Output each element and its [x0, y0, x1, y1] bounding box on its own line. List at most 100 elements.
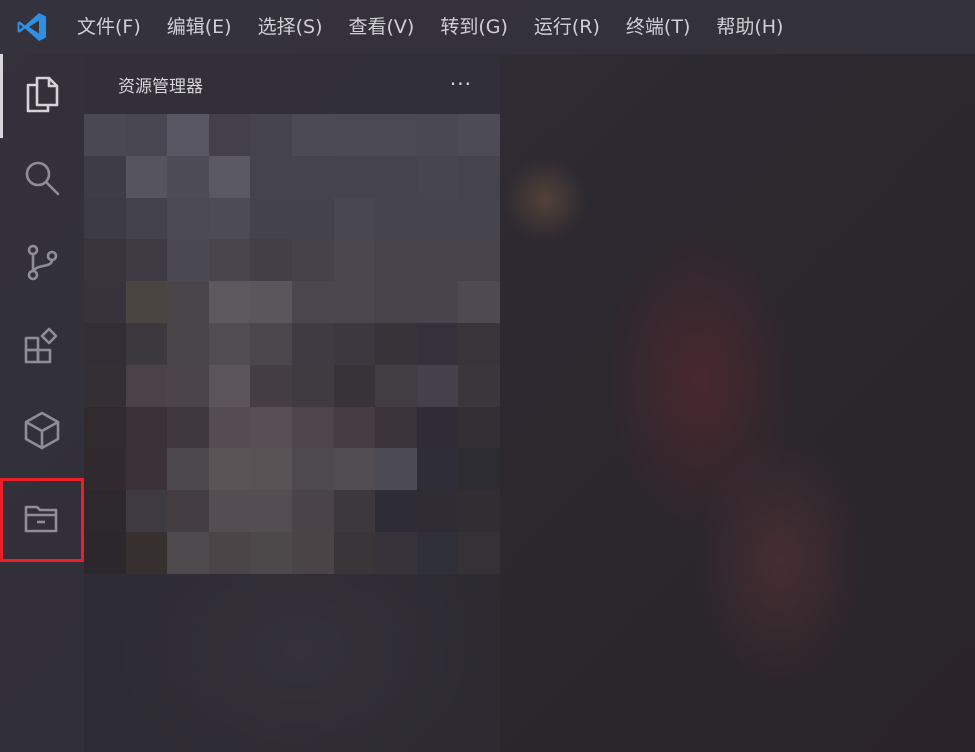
mosaic-tile — [208, 531, 251, 574]
pixelated-content-area — [84, 114, 500, 574]
mosaic-tile — [333, 114, 376, 156]
mosaic-tile — [125, 490, 168, 532]
mosaic-tile — [291, 155, 334, 198]
more-actions-button[interactable]: ··· — [450, 74, 472, 94]
folder-open-icon — [22, 498, 62, 542]
mosaic-tile — [125, 406, 168, 449]
mosaic-tile — [167, 531, 209, 574]
explorer-files-icon — [22, 74, 62, 118]
mosaic-tile — [250, 239, 292, 282]
mosaic-tile — [333, 490, 376, 532]
mosaic-tile — [208, 490, 251, 532]
mosaic-tile — [333, 197, 376, 240]
mosaic-tile — [291, 490, 334, 532]
activity-source-control[interactable] — [0, 222, 84, 306]
mosaic-tile — [208, 155, 251, 198]
mosaic-tile — [291, 239, 334, 282]
mosaic-tile — [250, 448, 292, 491]
mosaic-tile — [333, 448, 376, 491]
mosaic-tile — [291, 281, 334, 323]
mosaic-tile — [333, 322, 376, 365]
mosaic-tile — [333, 155, 376, 198]
mosaic-tile — [84, 406, 126, 449]
mosaic-tile — [208, 364, 251, 407]
sidebar-title: 资源管理器 — [118, 76, 203, 97]
mosaic-tile — [458, 448, 500, 491]
mosaic-tile — [375, 281, 417, 323]
menu-go[interactable]: 转到(G) — [427, 0, 521, 54]
explorer-sidebar: 资源管理器 ··· — [84, 54, 500, 752]
mosaic-tile — [167, 490, 209, 532]
mosaic-tile — [416, 239, 459, 282]
activity-extensions[interactable] — [0, 306, 84, 390]
menu-selection[interactable]: 选择(S) — [245, 0, 336, 54]
mosaic-tile — [208, 406, 251, 449]
mosaic-tile — [167, 197, 209, 240]
mosaic-tile — [375, 531, 417, 574]
mosaic-tile — [375, 490, 417, 532]
mosaic-tile — [458, 322, 500, 365]
mosaic-tile — [333, 531, 376, 574]
mosaic-tile — [84, 322, 126, 365]
vscode-window: 文件(F) 编辑(E) 选择(S) 查看(V) 转到(G) 运行(R) 终端(T… — [0, 0, 975, 752]
mosaic-tile — [291, 322, 334, 365]
mosaic-tile — [375, 406, 417, 449]
menu-file[interactable]: 文件(F) — [64, 0, 154, 54]
mosaic-tile — [375, 197, 417, 240]
activity-packages[interactable] — [0, 390, 84, 474]
mosaic-tile — [416, 322, 459, 365]
vscode-logo-icon[interactable] — [0, 0, 64, 54]
mosaic-tile — [125, 239, 168, 282]
mosaic-tile — [291, 114, 334, 156]
mosaic-tile — [375, 322, 417, 365]
mosaic-tile — [84, 197, 126, 240]
mosaic-tile — [416, 281, 459, 323]
mosaic-tile — [167, 114, 209, 156]
mosaic-tile — [375, 239, 417, 282]
mosaic-tile — [167, 239, 209, 282]
mosaic-tile — [125, 114, 168, 156]
mosaic-tile — [416, 406, 459, 449]
mosaic-tile — [125, 531, 168, 574]
mosaic-tile — [84, 114, 126, 156]
mosaic-tile — [250, 114, 292, 156]
menu-help[interactable]: 帮助(H) — [703, 0, 796, 54]
mosaic-tile — [167, 322, 209, 365]
activity-open-folder[interactable] — [0, 478, 84, 562]
menu-run[interactable]: 运行(R) — [521, 0, 613, 54]
package-cube-icon — [22, 410, 62, 454]
mosaic-tile — [375, 364, 417, 407]
mosaic-tile — [208, 114, 251, 156]
menu-view[interactable]: 查看(V) — [336, 0, 428, 54]
mosaic-tile — [333, 364, 376, 407]
mosaic-tile — [208, 281, 251, 323]
mosaic-tile — [458, 406, 500, 449]
mosaic-tile — [125, 364, 168, 407]
mosaic-tile — [208, 448, 251, 491]
menu-edit[interactable]: 编辑(E) — [154, 0, 245, 54]
mosaic-tile — [84, 281, 126, 323]
mosaic-tile — [458, 239, 500, 282]
mosaic-tile — [416, 448, 459, 491]
source-control-icon — [22, 242, 62, 286]
mosaic-tile — [125, 322, 168, 365]
mosaic-tile — [167, 281, 209, 323]
mosaic-tile — [125, 448, 168, 491]
mosaic-tile — [416, 114, 459, 156]
activity-search[interactable] — [0, 138, 84, 222]
mosaic-tile — [250, 490, 292, 532]
mosaic-tile — [250, 155, 292, 198]
mosaic-tile — [291, 197, 334, 240]
menu-terminal[interactable]: 终端(T) — [613, 0, 703, 54]
mosaic-tile — [291, 448, 334, 491]
mosaic-tile — [167, 406, 209, 449]
mosaic-tile — [250, 322, 292, 365]
activity-explorer[interactable] — [0, 54, 84, 138]
menu-bar: 文件(F) 编辑(E) 选择(S) 查看(V) 转到(G) 运行(R) 终端(T… — [0, 0, 975, 54]
mosaic-tile — [291, 531, 334, 574]
mosaic-tile — [84, 364, 126, 407]
mosaic-tile — [250, 406, 292, 449]
mosaic-tile — [125, 155, 168, 198]
mosaic-tile — [291, 364, 334, 407]
sidebar-header: 资源管理器 ··· — [84, 54, 500, 114]
